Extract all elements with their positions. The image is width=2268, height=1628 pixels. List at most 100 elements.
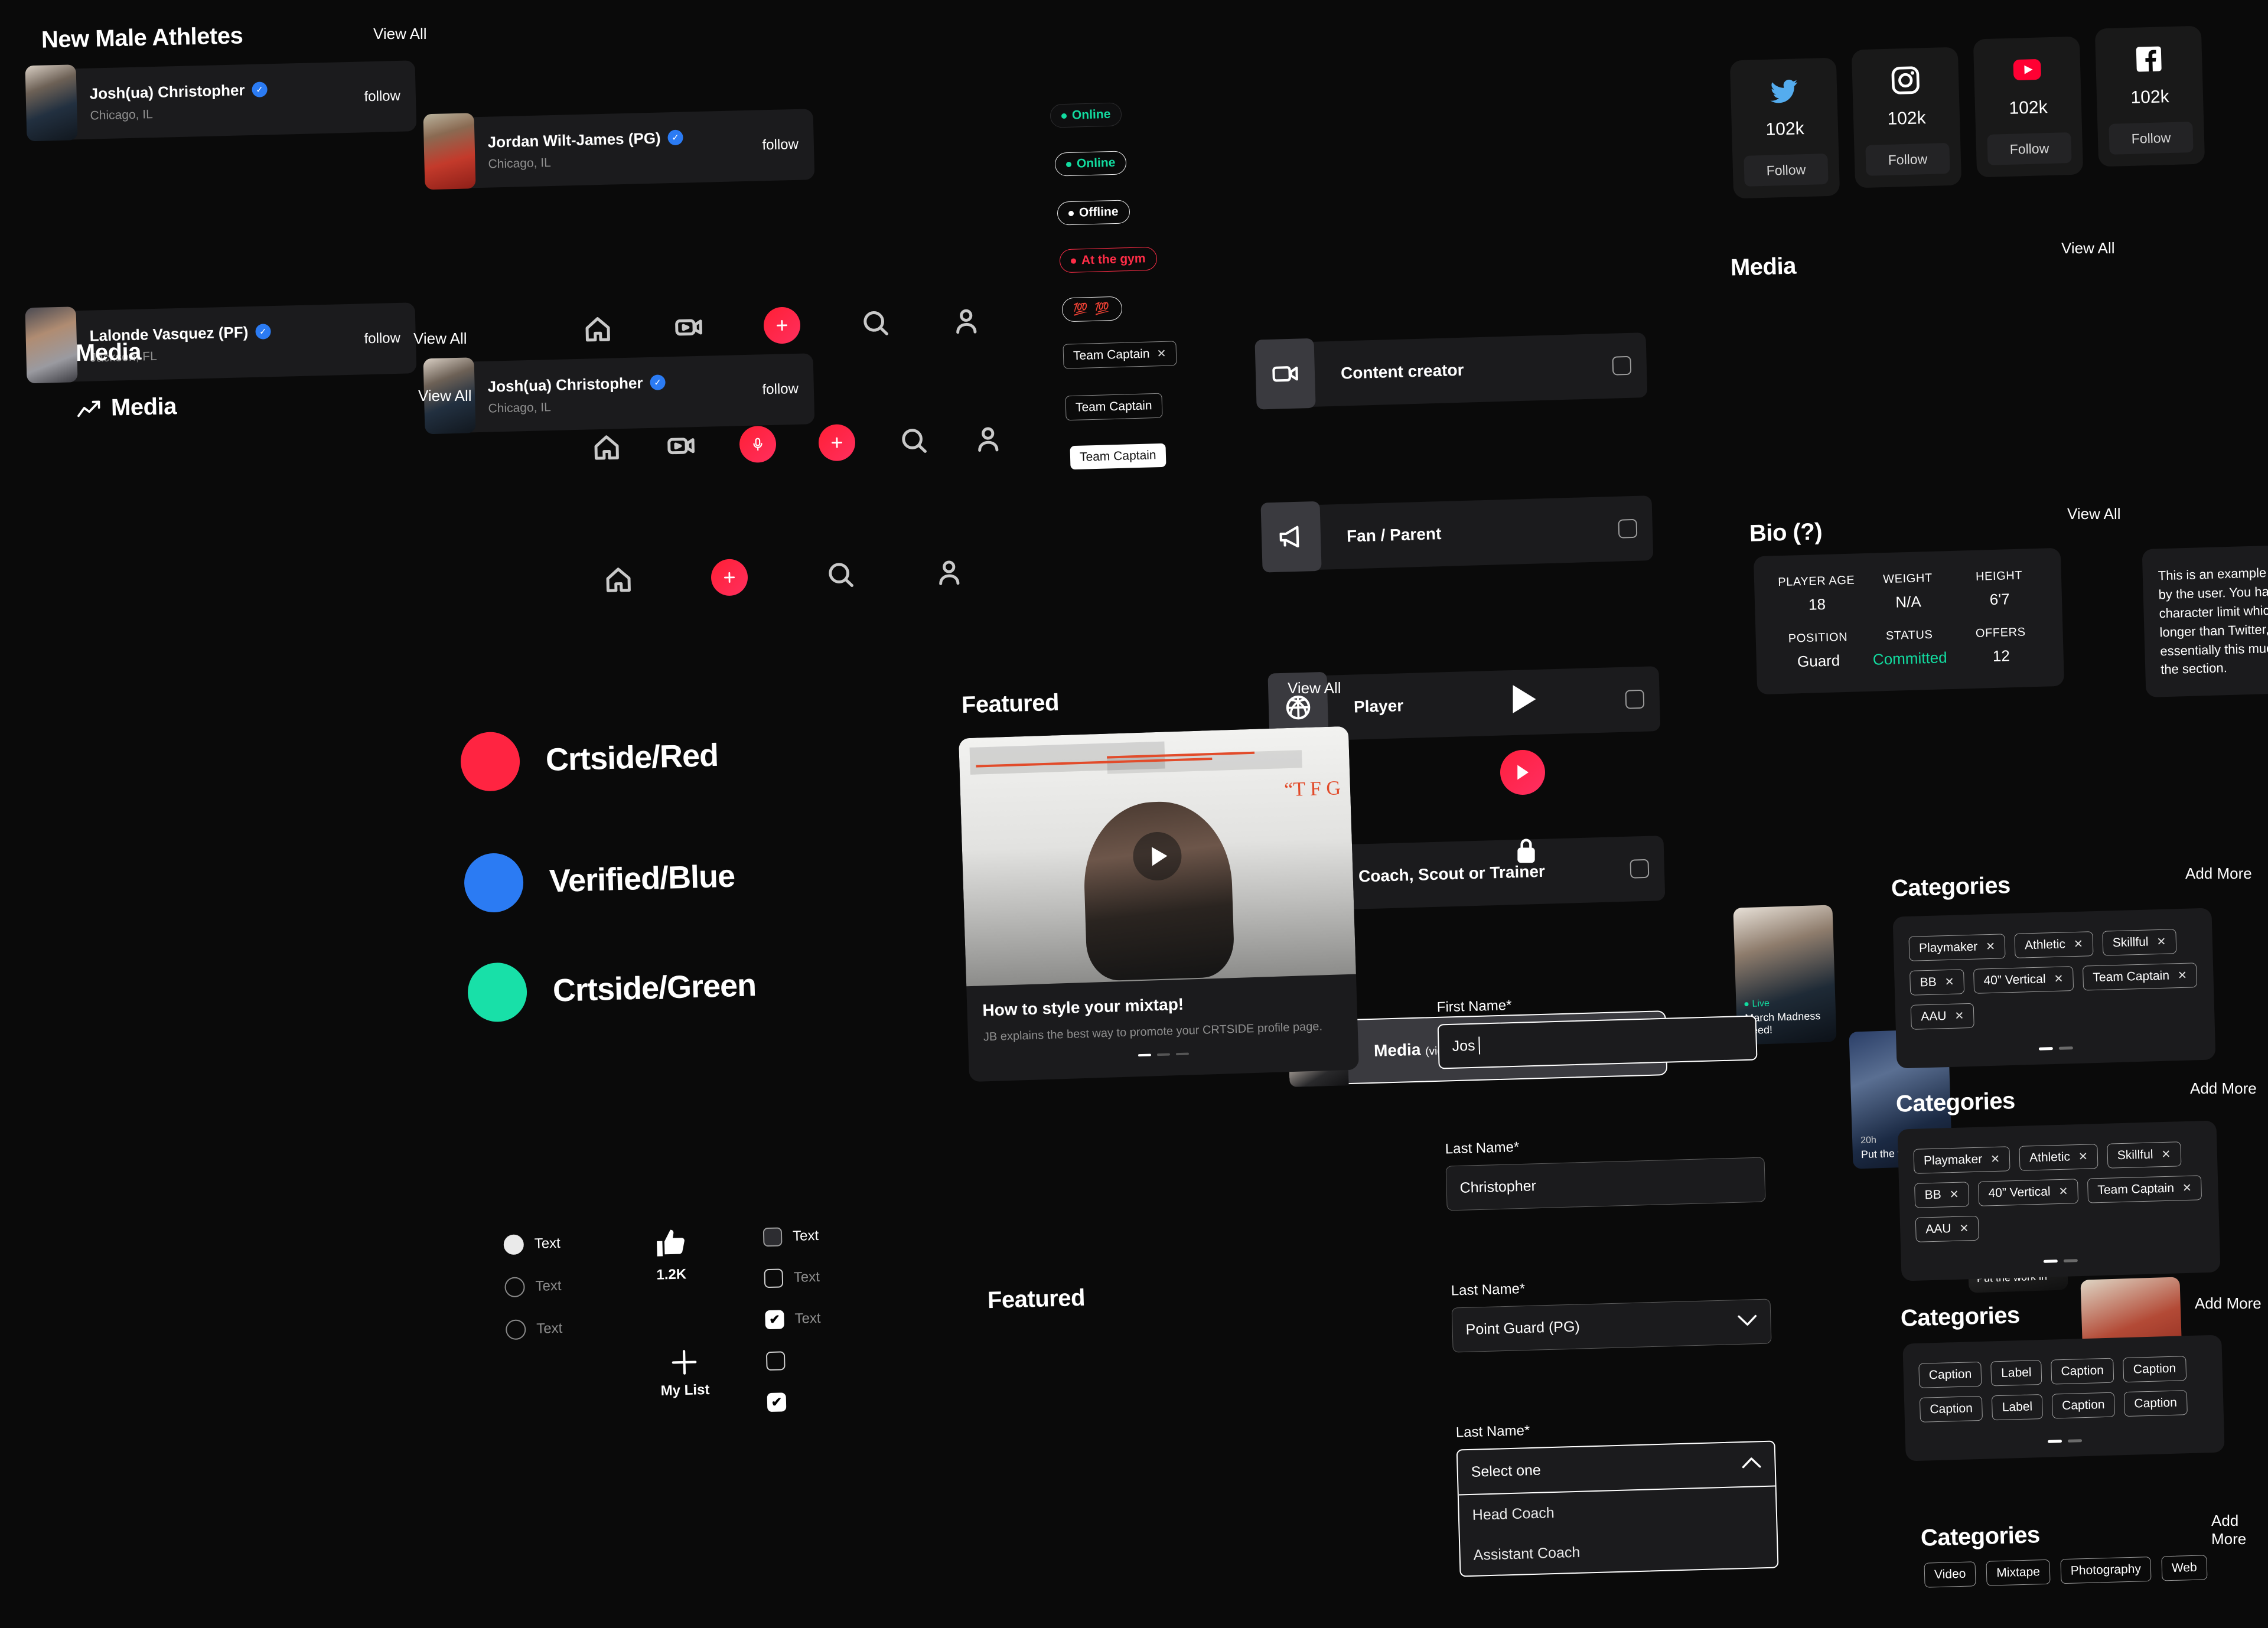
- media-view-all[interactable]: View All: [418, 387, 472, 405]
- category-chip[interactable]: AAU✕: [1915, 1216, 1979, 1242]
- close-icon[interactable]: ✕: [1954, 1009, 1964, 1023]
- carousel-dots[interactable]: [1921, 1435, 2209, 1447]
- checkbox-option[interactable]: ✔: [767, 1392, 823, 1412]
- category-chip[interactable]: Caption: [2051, 1358, 2114, 1385]
- checkbox-option[interactable]: ✔ Text: [765, 1309, 821, 1329]
- add-fab-icon[interactable]: [763, 306, 800, 344]
- category-chip[interactable]: 40” Vertical✕: [1973, 966, 2074, 994]
- close-icon[interactable]: ✕: [2058, 1185, 2068, 1198]
- status-pill-offline[interactable]: Offline: [1057, 200, 1130, 225]
- category-chip[interactable]: 40” Vertical✕: [1978, 1179, 2078, 1206]
- category-chip[interactable]: Playmaker✕: [1908, 934, 2005, 961]
- close-icon[interactable]: ✕: [1156, 347, 1166, 360]
- checkbox-icon[interactable]: [763, 1227, 783, 1247]
- category-chip[interactable]: Team Captain✕: [2083, 963, 2198, 990]
- category-chip[interactable]: Athletic✕: [2019, 1144, 2098, 1171]
- dropdown-option-assistant-coach[interactable]: Assistant Coach: [1460, 1526, 1778, 1575]
- category-chip[interactable]: Label: [1992, 1394, 2043, 1420]
- bio-view-all[interactable]: View All: [2067, 505, 2121, 523]
- profile-icon[interactable]: [950, 305, 982, 338]
- role-checkbox[interactable]: [1612, 356, 1631, 376]
- category-chip[interactable]: Skillful✕: [2107, 1141, 2181, 1168]
- status-pill-emoji[interactable]: 💯 💯: [1061, 296, 1122, 322]
- add-more-link[interactable]: Add More: [2211, 1512, 2268, 1548]
- status-pill-at-the-gym[interactable]: At the gym: [1059, 247, 1157, 273]
- tag-team-captain-solid[interactable]: Team Captain: [1070, 443, 1166, 469]
- radio-icon[interactable]: [506, 1319, 526, 1340]
- bottom-nav-bar[interactable]: [581, 303, 982, 348]
- checkbox-icon[interactable]: ✔: [767, 1392, 787, 1412]
- checkbox-icon[interactable]: [766, 1351, 786, 1371]
- social-stat-card-facebook[interactable]: 102k Follow: [2095, 26, 2205, 167]
- category-chip[interactable]: Caption: [2124, 1390, 2188, 1417]
- checkbox-option[interactable]: Text: [763, 1226, 819, 1247]
- follow-button[interactable]: follow: [364, 88, 400, 105]
- category-chip[interactable]: Skillful✕: [2102, 929, 2176, 955]
- bottom-nav-bar[interactable]: [590, 421, 1004, 466]
- category-chip[interactable]: Caption: [2123, 1356, 2186, 1382]
- athlete-card[interactable]: Jordan Wilt-James (PG) ✓ Chicago, IL fol…: [435, 109, 815, 189]
- play-circle-icon[interactable]: [1500, 750, 1545, 795]
- radio-icon[interactable]: [503, 1234, 524, 1255]
- video-icon[interactable]: [664, 430, 697, 462]
- category-chip[interactable]: Team Captain✕: [2087, 1175, 2202, 1203]
- checkbox-group[interactable]: Text Text ✔ Text ✔: [763, 1226, 824, 1434]
- category-chip[interactable]: Mixtape: [1986, 1560, 2051, 1586]
- role-checkbox[interactable]: [1625, 690, 1644, 709]
- category-chip[interactable]: Video: [1924, 1561, 1976, 1587]
- status-pill-online-dark[interactable]: Online: [1050, 102, 1122, 128]
- radio-group[interactable]: Text Text Text: [503, 1234, 563, 1362]
- follow-button[interactable]: Follow: [1987, 132, 2071, 165]
- social-stat-card-youtube[interactable]: 102k Follow: [1973, 37, 2083, 178]
- category-chip[interactable]: AAU✕: [1911, 1003, 1974, 1030]
- position-select[interactable]: Point Guard (PG): [1452, 1299, 1772, 1352]
- checkbox-icon[interactable]: [764, 1268, 783, 1288]
- follow-button[interactable]: Follow: [2109, 122, 2193, 155]
- chevron-up-icon[interactable]: [1741, 1456, 1762, 1473]
- follow-button[interactable]: follow: [762, 381, 799, 398]
- role-select-dropdown[interactable]: Select one Head Coach Assistant Coach: [1456, 1440, 1779, 1577]
- close-icon[interactable]: ✕: [1959, 1222, 1969, 1235]
- first-name-input[interactable]: Jos: [1438, 1015, 1758, 1069]
- role-option-fan-parent[interactable]: Fan / Parent: [1274, 495, 1654, 571]
- add-more-link[interactable]: Add More: [2190, 1079, 2257, 1098]
- home-icon[interactable]: [591, 431, 623, 464]
- category-chip[interactable]: Photography: [2060, 1557, 2151, 1584]
- category-chip[interactable]: Caption: [1920, 1396, 1983, 1423]
- radio-icon[interactable]: [504, 1277, 525, 1297]
- close-icon[interactable]: ✕: [2054, 972, 2064, 986]
- close-icon[interactable]: ✕: [1990, 1152, 2000, 1166]
- close-icon[interactable]: ✕: [1944, 975, 1954, 988]
- category-chip[interactable]: Athletic✕: [2015, 931, 2094, 958]
- category-chip[interactable]: Caption: [1918, 1362, 1982, 1388]
- close-icon[interactable]: ✕: [1949, 1187, 1959, 1201]
- home-icon[interactable]: [582, 313, 614, 345]
- athlete-card[interactable]: Josh(ua) Christopher ✓ Chicago, IL follo…: [37, 60, 417, 141]
- last-name-input[interactable]: Christopher: [1446, 1157, 1766, 1211]
- profile-icon[interactable]: [972, 423, 1004, 456]
- add-fab-icon[interactable]: [818, 424, 855, 461]
- athletes-view-all[interactable]: View All: [373, 25, 427, 43]
- close-icon[interactable]: ✕: [2078, 1150, 2088, 1163]
- carousel-dots[interactable]: [1917, 1255, 2205, 1267]
- home-icon[interactable]: [602, 563, 635, 596]
- role-option-content-creator[interactable]: Content creator: [1268, 332, 1648, 408]
- follow-button[interactable]: Follow: [1865, 143, 1950, 176]
- social-stat-card-instagram[interactable]: 102k Follow: [1852, 47, 1961, 188]
- mic-fab-icon[interactable]: [739, 426, 776, 463]
- search-icon[interactable]: [824, 559, 856, 591]
- close-icon[interactable]: ✕: [2074, 937, 2084, 951]
- like-button[interactable]: 1.2K: [654, 1226, 688, 1283]
- add-fab-icon[interactable]: [711, 559, 748, 596]
- category-chip[interactable]: Label: [1991, 1360, 2042, 1386]
- add-more-link[interactable]: Add More: [2185, 864, 2252, 883]
- profile-icon[interactable]: [933, 557, 965, 589]
- tag-team-captain-removable[interactable]: Team Captain✕: [1063, 341, 1177, 368]
- radio-option[interactable]: Text: [503, 1234, 561, 1255]
- media-view-all[interactable]: View All: [2061, 239, 2115, 257]
- social-stat-card-twitter[interactable]: 102k Follow: [1730, 58, 1840, 199]
- follow-button[interactable]: follow: [364, 330, 400, 347]
- dropdown-selected-value[interactable]: Select one: [1458, 1442, 1775, 1496]
- close-icon[interactable]: ✕: [2178, 968, 2188, 982]
- tag-team-captain-outline[interactable]: Team Captain: [1065, 393, 1162, 421]
